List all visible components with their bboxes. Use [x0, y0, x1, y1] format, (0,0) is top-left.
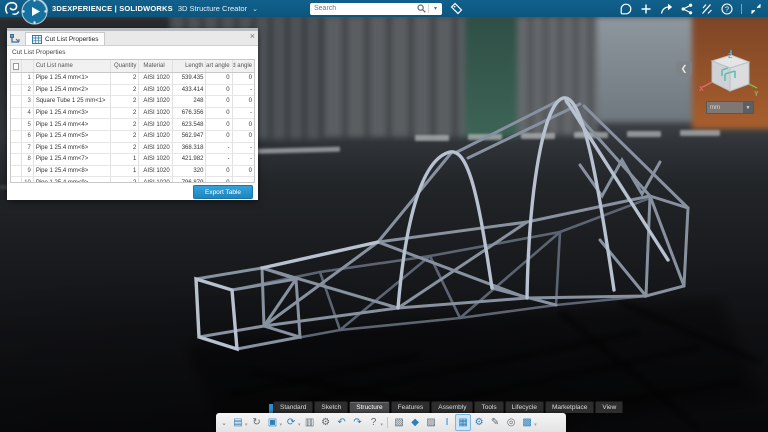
table-row[interactable]: 1Pipe 1 25.4 mm<1>2AISI 1020539.43500: [11, 73, 254, 85]
svg-text:?: ?: [725, 4, 729, 13]
panel-tab-label: Cut List Properties: [45, 36, 98, 43]
col-material[interactable]: Material: [139, 60, 173, 72]
cutlist-table: Cut List name Quantity Material Length S…: [10, 59, 255, 183]
save-icon[interactable]: ▣: [265, 414, 281, 431]
close-icon[interactable]: ×: [250, 32, 255, 41]
tab-assembly[interactable]: Assembly: [431, 401, 473, 414]
tab-features[interactable]: Features: [391, 401, 431, 414]
structure-beam-icon[interactable]: I: [439, 414, 455, 431]
panel-footer: Export Table: [7, 183, 258, 200]
select-all-checkbox[interactable]: [11, 60, 22, 72]
tab-structure[interactable]: Structure: [349, 401, 389, 414]
tab-cut-list-properties[interactable]: Cut List Properties: [25, 32, 105, 45]
dropdown-caret[interactable]: ▾: [245, 422, 248, 428]
export-table-button[interactable]: Export Table: [193, 185, 253, 199]
chevron-down-icon[interactable]: ⌄: [252, 5, 258, 13]
axis-z-label: Z: [728, 53, 733, 60]
primitive-cube-icon[interactable]: ◆: [407, 414, 423, 431]
view-cube[interactable]: X Y Z: [698, 50, 760, 102]
exit-fullscreen-icon[interactable]: [750, 3, 762, 15]
tab-sketch[interactable]: Sketch: [314, 401, 348, 414]
structure-tree-icon[interactable]: [7, 32, 23, 45]
weldment-gear-icon[interactable]: ⚙: [471, 414, 487, 431]
panel-section-title: Cut List Properties: [7, 46, 258, 58]
table-row[interactable]: 8Pipe 1 25.4 mm<7>1AISI 1020421.982--: [11, 154, 254, 166]
redo-icon[interactable]: ↷: [350, 414, 366, 431]
share-forward-icon[interactable]: [660, 3, 673, 15]
settings-gear-icon[interactable]: ⚙: [318, 414, 334, 431]
undo-icon[interactable]: ↶: [334, 414, 350, 431]
col-length[interactable]: Length: [173, 60, 206, 72]
dropdown-caret[interactable]: ▾: [534, 422, 537, 428]
toolbar-collapse-chevron[interactable]: ⌄: [219, 416, 229, 429]
app-name[interactable]: 3D Structure Creator: [178, 4, 247, 13]
col-cut-list-name[interactable]: Cut List name: [34, 60, 112, 72]
help-circle-icon[interactable]: ?: [721, 3, 733, 15]
table-row[interactable]: 3Square Tube 1 25 mm<1>2AISI 102024800: [11, 96, 254, 108]
topbar-right-icons: ?: [620, 0, 762, 17]
update-shield-icon[interactable]: ↻: [249, 414, 265, 431]
col-quantity[interactable]: Quantity: [111, 60, 139, 72]
table-row[interactable]: 5Pipe 1 25.4 mm<4>2AISI 1020623.54800: [11, 119, 254, 131]
units-dropdown[interactable]: mm ▼: [706, 101, 754, 114]
edit-pencil-icon[interactable]: ✎: [487, 414, 503, 431]
tab-standard[interactable]: Standard: [273, 401, 313, 414]
table-row[interactable]: 6Pipe 1 25.4 mm<5>2AISI 1020562.94700: [11, 131, 254, 143]
3ds-logo[interactable]: [4, 1, 20, 16]
tab-lifecycle[interactable]: Lifecycle: [505, 401, 544, 414]
pen-icon[interactable]: [701, 3, 713, 15]
table-row[interactable]: 9Pipe 1 25.4 mm<8>1AISI 102032000: [11, 166, 254, 178]
catalog-icon[interactable]: ▧: [391, 414, 407, 431]
refresh-gear-icon[interactable]: ⟳: [283, 414, 299, 431]
add-icon[interactable]: [640, 3, 652, 15]
panel-tab-strip: Cut List Properties ×: [7, 31, 258, 46]
col-start-angle[interactable]: Start angle: [206, 60, 232, 72]
col-end-angle[interactable]: End angle: [233, 60, 254, 72]
share-nodes-icon[interactable]: [681, 3, 693, 15]
search-box[interactable]: ▾: [310, 3, 442, 15]
tag-icon[interactable]: [450, 2, 463, 15]
search-icon[interactable]: [415, 3, 428, 15]
help-icon[interactable]: ?: [366, 414, 382, 431]
section-cube-icon[interactable]: ▨: [423, 414, 439, 431]
tab-marketplace[interactable]: Marketplace: [545, 401, 594, 414]
bottom-toolbar-icons: ▤▾↻▣▾⟳▾▥⚙↶↷?▾▧◆▨I▦⚙✎◎▩▾: [230, 414, 538, 431]
dropdown-caret[interactable]: ▾: [280, 422, 283, 428]
cutlist-table-header: Cut List name Quantity Material Length S…: [11, 60, 254, 73]
chevron-down-icon: ▼: [743, 102, 753, 113]
units-value: mm: [707, 105, 743, 111]
table-icon: [32, 35, 42, 44]
cutlist-panel: Cut List Properties × Cut List Propertie…: [7, 28, 258, 200]
cutlist-table-body: 1Pipe 1 25.4 mm<1>2AISI 1020539.435002Pi…: [11, 73, 254, 183]
action-toolbar: ⌄ ▤▾↻▣▾⟳▾▥⚙↶↷?▾▧◆▨I▦⚙✎◎▩▾: [216, 413, 566, 432]
new-part-icon[interactable]: ▤: [230, 414, 246, 431]
dropdown-caret[interactable]: ▾: [298, 422, 301, 428]
tab-tools[interactable]: Tools: [474, 401, 503, 414]
table-row[interactable]: 2Pipe 1 25.4 mm<2>2AISI 1020433.4140-: [11, 85, 254, 97]
bottom-tab-strip: StandardSketchStructureFeaturesAssemblyT…: [273, 401, 623, 414]
table-row[interactable]: 4Pipe 1 25.4 mm<3>2AISI 1020676.3560-: [11, 108, 254, 120]
material-globe-icon[interactable]: ◎: [503, 414, 519, 431]
table-row[interactable]: 7Pipe 1 25.4 mm<6>2AISI 1020368.318--: [11, 143, 254, 155]
app-window: ❮ X Y Z mm ▼: [0, 0, 768, 432]
search-options-chevron-icon[interactable]: ▾: [429, 3, 442, 15]
tabstrip-accent: [269, 404, 273, 413]
search-input[interactable]: [310, 5, 415, 12]
brand-title: 3DEXPERIENCE | SOLIDWORKS: [52, 4, 173, 13]
viewcube-collapse-button[interactable]: ❮: [676, 61, 692, 76]
notification-drop-icon[interactable]: [620, 3, 632, 15]
dropdown-caret[interactable]: ▾: [381, 422, 384, 428]
print-icon[interactable]: ▥: [302, 414, 318, 431]
topbar-separator: [741, 4, 742, 14]
cutlist-table-icon[interactable]: ▦: [455, 414, 471, 431]
axis-y-label: Y: [754, 91, 759, 98]
axis-x-label: X: [699, 86, 704, 93]
compare-icon[interactable]: ▩: [519, 414, 535, 431]
top-bar: 3DEXPERIENCE | SOLIDWORKS 3D Structure C…: [0, 0, 768, 17]
3dcompass-button[interactable]: [21, 0, 48, 25]
toolbar-separator: [387, 417, 388, 428]
tab-view[interactable]: View: [595, 401, 623, 414]
